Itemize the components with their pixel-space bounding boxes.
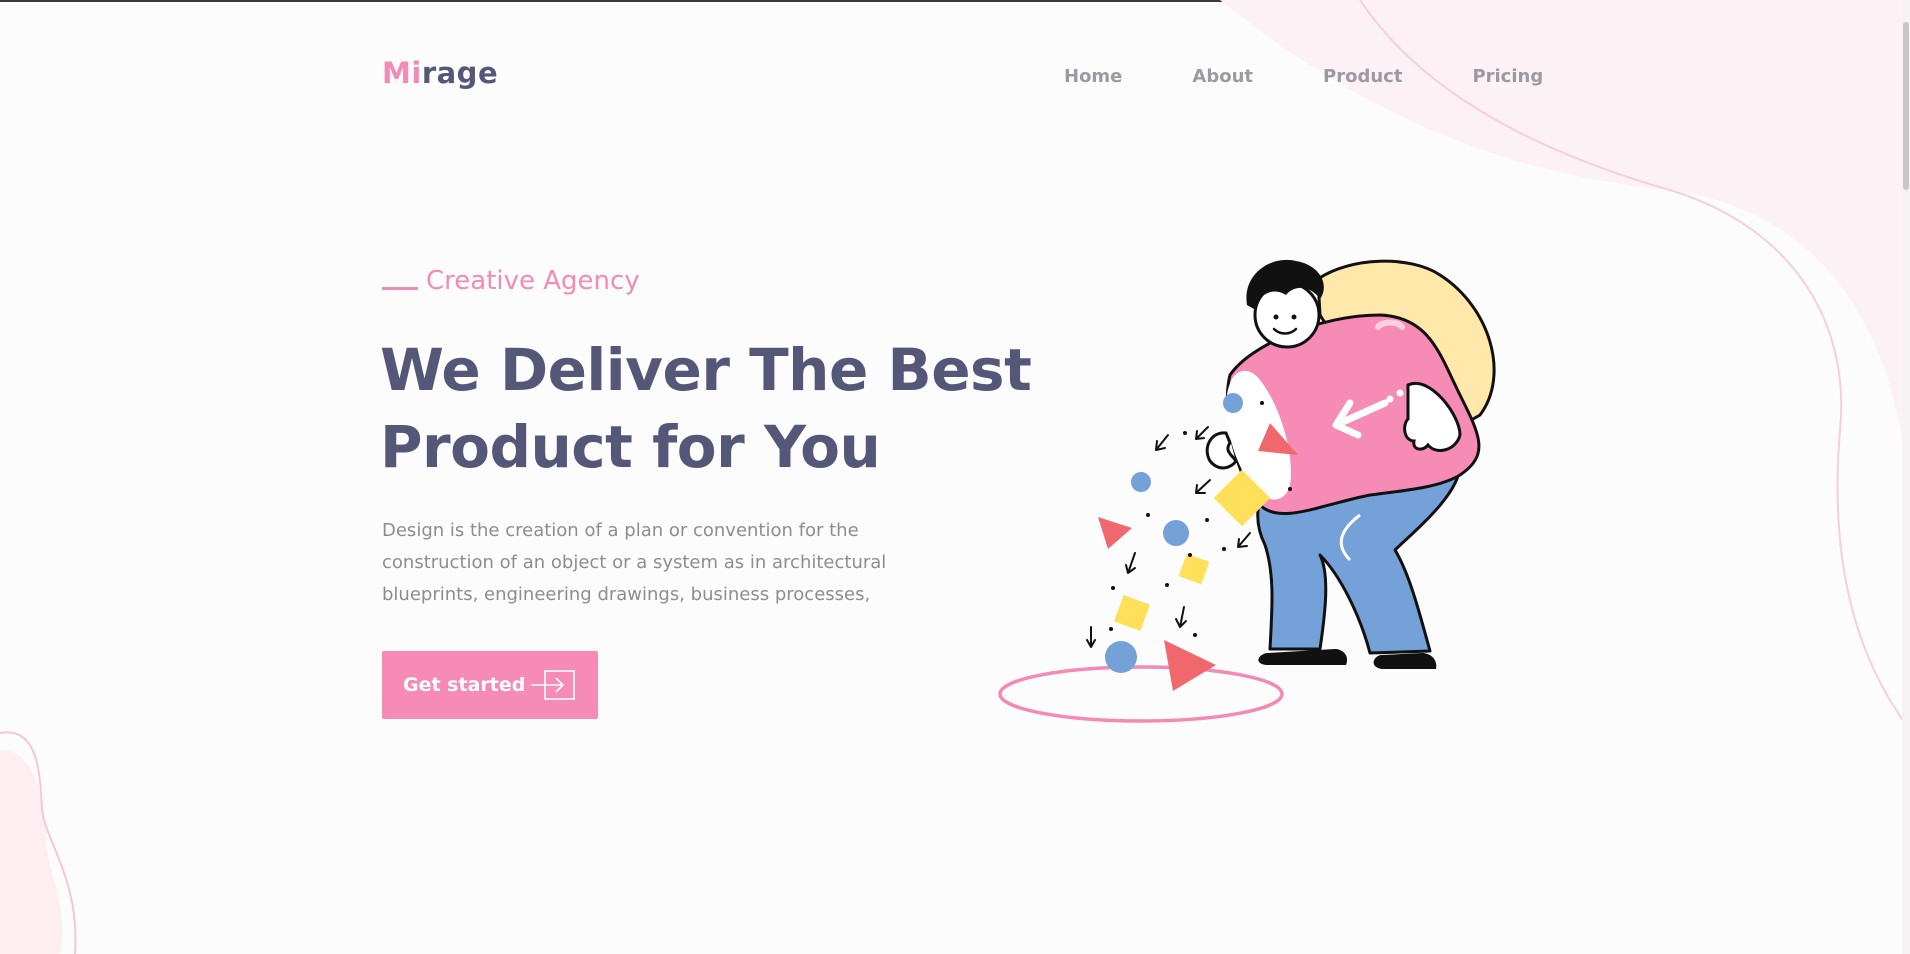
illustration-right-shoe [1373, 653, 1437, 669]
headline-line-2: Product for You [380, 413, 881, 481]
headline-line-1: We Deliver The Best [380, 336, 1032, 404]
illustration-square-2 [1178, 553, 1210, 585]
nav-pricing-link[interactable]: Pricing [1472, 66, 1543, 87]
arrow-into-box-icon [531, 670, 575, 700]
hero-description: Design is the creation of a plan or conv… [382, 515, 922, 611]
illustration-triangle-3 [1164, 640, 1216, 691]
illustration-circle-3 [1163, 520, 1189, 546]
illustration-circle-1 [1223, 393, 1243, 413]
hero-headline: We Deliver The Best Product for You [380, 332, 1032, 486]
hero-eyebrow: Creative Agency [382, 266, 640, 296]
illustration-square-3 [1114, 595, 1150, 631]
landing-page: Mirage Home About Product Pricing Creati… [0, 0, 1910, 954]
nav-home-link[interactable]: Home [1064, 66, 1122, 87]
get-started-button[interactable]: Get started [382, 651, 598, 719]
illustration-ground-ring [998, 665, 1284, 723]
logo-accent-text: Mi [382, 56, 422, 90]
scrollbar-track[interactable] [1902, 0, 1910, 954]
description-line-2: construction of an object or a system as… [382, 552, 887, 573]
brand-logo[interactable]: Mirage [382, 56, 498, 90]
main-nav: Home About Product Pricing [1064, 66, 1543, 87]
nav-product-link[interactable]: Product [1323, 66, 1402, 87]
eyebrow-dash [382, 286, 418, 290]
eyebrow-text: Creative Agency [426, 266, 640, 296]
description-line-1: Design is the creation of a plan or conv… [382, 520, 859, 541]
background-blob-bottom-left [0, 731, 77, 954]
get-started-label: Get started [403, 674, 526, 696]
window-top-border [0, 0, 1910, 2]
person-pouring-shapes-illustration [998, 259, 1496, 723]
illustration-left-shoe [1258, 649, 1348, 665]
logo-rest-text: rage [421, 56, 499, 90]
description-line-3: blueprints, engineering drawings, busine… [382, 584, 871, 605]
scrollbar-thumb[interactable] [1903, 22, 1909, 190]
nav-about-link[interactable]: About [1192, 66, 1253, 87]
illustration-circle-2 [1131, 472, 1151, 492]
illustration-triangle-2 [1098, 517, 1132, 549]
illustration-circle-4 [1105, 641, 1137, 673]
